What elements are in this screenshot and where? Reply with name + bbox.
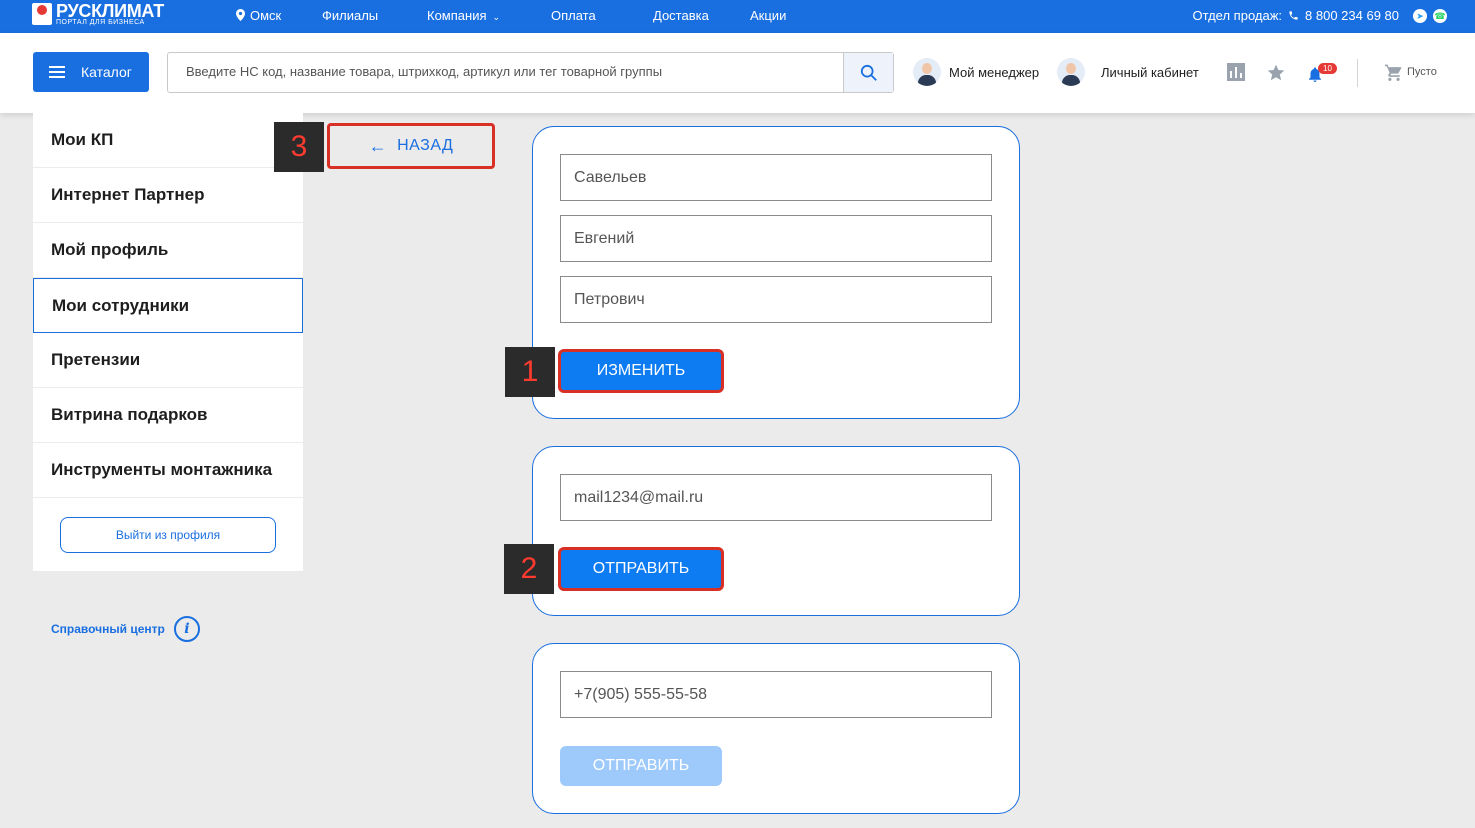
email-field[interactable]: mail1234@mail.ru	[560, 474, 992, 521]
search-box	[167, 52, 894, 93]
catalog-label: Каталог	[81, 64, 132, 80]
manager-label: Мой менеджер	[949, 64, 1040, 80]
logo-title: РУСКЛИМАТ	[56, 1, 164, 21]
logout-button[interactable]: Выйти из профиля	[60, 517, 276, 553]
user-avatar	[1057, 58, 1085, 86]
step-marker-3: 3	[274, 122, 324, 172]
phone-icon	[1289, 11, 1298, 20]
catalog-button[interactable]: Каталог	[33, 52, 149, 92]
send-phone-button[interactable]: ОТПРАВИТЬ	[560, 746, 722, 786]
cart-icon[interactable]	[1384, 63, 1404, 81]
top-bar: РУСКЛИМАТ ПОРТАЛ ДЛЯ БИЗНЕСА Омск Филиал…	[0, 0, 1475, 33]
my-manager-link[interactable]: Мой менеджер	[913, 58, 1039, 86]
sidebar-item-internet-partner[interactable]: Интернет Партнер	[33, 168, 303, 223]
name-card: Савельев Евгений Петрович ИЗМЕНИТЬ	[532, 126, 1020, 419]
manager-avatar	[913, 58, 941, 86]
favorites-star-icon[interactable]	[1266, 63, 1286, 82]
whatsapp-icon[interactable]: ☎	[1433, 8, 1447, 23]
search-button[interactable]	[843, 53, 893, 92]
sidebar-item-my-employees[interactable]: Мои сотрудники	[33, 278, 303, 333]
nav-delivery[interactable]: Доставка	[653, 8, 709, 23]
back-label: НАЗАД	[397, 137, 454, 154]
phone-field[interactable]: +7(905) 555-55-58	[560, 671, 992, 718]
nav-payment[interactable]: Оплата	[551, 8, 596, 23]
notifications-badge: 10	[1318, 63, 1337, 74]
help-center-link[interactable]: Справочный центр i	[51, 616, 200, 642]
header: Каталог Мой менеджер Личный кабинет 10 П…	[0, 33, 1475, 113]
sales-label: Отдел продаж:	[1192, 8, 1283, 23]
patronymic-field[interactable]: Петрович	[560, 276, 992, 323]
nav-promotions[interactable]: Акции	[750, 8, 786, 23]
header-divider	[1357, 59, 1358, 87]
info-icon: i	[173, 616, 200, 642]
email-card: mail1234@mail.ru ОТПРАВИТЬ	[532, 446, 1020, 616]
city-selector[interactable]: Омск	[236, 8, 281, 23]
nav-branches[interactable]: Филиалы	[322, 8, 378, 23]
logo-icon	[32, 3, 52, 25]
telegram-icon[interactable]: ➤	[1413, 8, 1427, 23]
change-name-label: ИЗМЕНИТЬ	[564, 355, 718, 387]
analytics-icon[interactable]	[1227, 63, 1245, 81]
search-input[interactable]	[186, 64, 836, 79]
sales-phone[interactable]: 8 800 234 69 80	[1305, 8, 1399, 23]
sales-contact: Отдел продаж: 8 800 234 69 80 ➤ ☎	[1192, 8, 1447, 23]
cabinet-label: Личный кабинет	[1101, 64, 1199, 80]
step-marker-2: 2	[504, 544, 554, 594]
change-name-button[interactable]: ИЗМЕНИТЬ	[558, 349, 724, 393]
sidebar-item-my-profile[interactable]: Мой профиль	[33, 223, 303, 278]
personal-cabinet-link[interactable]: Личный кабинет	[1057, 58, 1199, 86]
chevron-down-icon: ⌄	[492, 12, 501, 22]
search-icon	[860, 64, 877, 81]
sidebar-item-installer-tools[interactable]: Инструменты монтажника	[33, 443, 303, 498]
step-marker-1: 1	[505, 347, 555, 397]
phone-card: +7(905) 555-55-58 ОТПРАВИТЬ	[532, 643, 1020, 814]
city-label: Омск	[250, 8, 282, 23]
menu-icon	[49, 66, 65, 78]
help-center-label: Справочный центр	[51, 622, 165, 636]
send-email-label: ОТПРАВИТЬ	[564, 553, 718, 585]
back-button[interactable]: ← НАЗАД	[327, 123, 495, 169]
sidebar-item-claims[interactable]: Претензии	[33, 333, 303, 388]
sidebar: Мои КП Интернет Партнер Мой профиль Мои …	[33, 113, 303, 571]
sidebar-item-my-offers[interactable]: Мои КП	[33, 113, 303, 168]
arrow-left-icon: ←	[368, 135, 388, 156]
send-email-button[interactable]: ОТПРАВИТЬ	[558, 547, 724, 591]
last-name-field[interactable]: Савельев	[560, 154, 992, 201]
logo[interactable]: РУСКЛИМАТ ПОРТАЛ ДЛЯ БИЗНЕСА	[32, 1, 164, 27]
nav-company-label: Компания	[427, 8, 487, 23]
location-pin-icon	[236, 9, 245, 21]
nav-company[interactable]: Компания ⌄	[427, 8, 500, 23]
cart-status: Пусто	[1407, 66, 1437, 78]
sidebar-item-gift-showcase[interactable]: Витрина подарков	[33, 388, 303, 443]
first-name-field[interactable]: Евгений	[560, 215, 992, 262]
